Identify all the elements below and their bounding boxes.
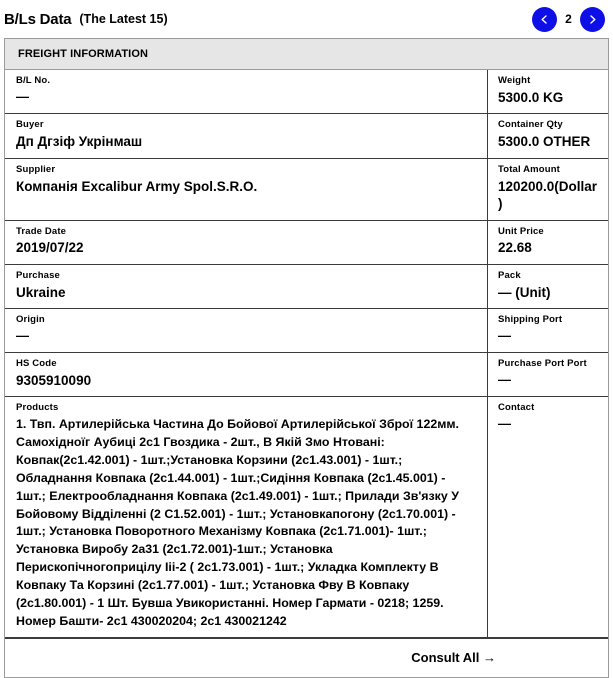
field-purchase: Purchase Ukraine: [5, 265, 488, 308]
table-row: Trade Date 2019/07/22 Unit Price 22.68: [5, 221, 608, 265]
page-title: B/Ls Data: [4, 11, 71, 28]
field-value: 2019/07/22: [16, 239, 477, 257]
field-purchase-port: Purchase Port Port —: [488, 353, 608, 396]
field-supplier: Supplier Компанія Excalibur Army Spol.S.…: [5, 159, 488, 220]
field-value: —: [16, 89, 477, 106]
field-label: Unit Price: [498, 226, 598, 239]
chevron-left-icon: [539, 14, 550, 25]
section-title: FREIGHT INFORMATION: [5, 39, 608, 70]
table-row: B/L No. — Weight 5300.0 KG: [5, 70, 608, 114]
field-value: 9305910090: [16, 372, 477, 390]
field-label: Origin: [16, 314, 477, 327]
field-label: Shipping Port: [498, 314, 598, 327]
field-label: Weight: [498, 75, 598, 88]
field-label: Contact: [498, 402, 598, 415]
field-value: —: [498, 416, 598, 433]
table-row: HS Code 9305910090 Purchase Port Port —: [5, 353, 608, 397]
current-page-number: 2: [564, 12, 573, 26]
table-row: Buyer Дп Дгзіф Укрінмаш Container Qty 53…: [5, 114, 608, 158]
field-unit-price: Unit Price 22.68: [488, 221, 608, 264]
table-row: Origin — Shipping Port —: [5, 309, 608, 353]
field-weight: Weight 5300.0 KG: [488, 70, 608, 113]
table-row: Products 1. Твп. Артилерійська Частина Д…: [5, 397, 608, 637]
page-subtitle: (The Latest 15): [79, 12, 167, 26]
consult-all-link[interactable]: Consult All →: [411, 650, 496, 665]
table-row: Purchase Ukraine Pack — (Unit): [5, 265, 608, 309]
field-trade-date: Trade Date 2019/07/22: [5, 221, 488, 264]
field-contact: Contact —: [488, 397, 608, 636]
field-value: 1. Твп. Артилерійська Частина До Бойової…: [16, 416, 477, 630]
field-shipping-port: Shipping Port —: [488, 309, 608, 352]
field-products: Products 1. Твп. Артилерійська Частина Д…: [5, 397, 488, 636]
field-value: —: [498, 328, 598, 345]
field-label: Total Amount: [498, 164, 598, 177]
field-value: 5300.0 KG: [498, 89, 598, 107]
field-value: —: [498, 372, 598, 389]
field-pack: Pack — (Unit): [488, 265, 608, 308]
field-value: —: [16, 328, 477, 345]
field-label: B/L No.: [16, 75, 477, 88]
page-header: B/Ls Data (The Latest 15) 2: [0, 0, 613, 38]
field-buyer: Buyer Дп Дгзіф Укрінмаш: [5, 114, 488, 157]
field-value: 5300.0 OTHER: [498, 133, 598, 151]
field-total-amount: Total Amount 120200.0(Dollar): [488, 159, 608, 220]
prev-page-button[interactable]: [532, 7, 557, 32]
field-label: Buyer: [16, 119, 477, 132]
field-value: — (Unit): [498, 284, 598, 302]
field-value: Компанія Excalibur Army Spol.S.R.O.: [16, 178, 477, 196]
field-value: Ukraine: [16, 284, 477, 302]
field-label: Pack: [498, 270, 598, 283]
card-footer: Consult All →: [5, 638, 608, 677]
field-container-qty: Container Qty 5300.0 OTHER: [488, 114, 608, 157]
table-row: Supplier Компанія Excalibur Army Spol.S.…: [5, 159, 608, 221]
field-hs-code: HS Code 9305910090: [5, 353, 488, 396]
field-origin: Origin —: [5, 309, 488, 352]
field-value: 22.68: [498, 239, 598, 257]
freight-information-card: FREIGHT INFORMATION B/L No. — Weight 530…: [4, 38, 609, 678]
field-value: Дп Дгзіф Укрінмаш: [16, 133, 477, 151]
field-value: 120200.0(Dollar): [498, 178, 598, 213]
chevron-right-icon: [587, 14, 598, 25]
field-label: Supplier: [16, 164, 477, 177]
pagination: 2: [532, 7, 605, 32]
field-bl-no: B/L No. —: [5, 70, 488, 113]
field-label: Trade Date: [16, 226, 477, 239]
field-label: Container Qty: [498, 119, 598, 132]
field-label: HS Code: [16, 358, 477, 371]
field-label: Purchase: [16, 270, 477, 283]
field-label: Purchase Port Port: [498, 358, 598, 371]
next-page-button[interactable]: [580, 7, 605, 32]
field-label: Products: [16, 402, 477, 415]
